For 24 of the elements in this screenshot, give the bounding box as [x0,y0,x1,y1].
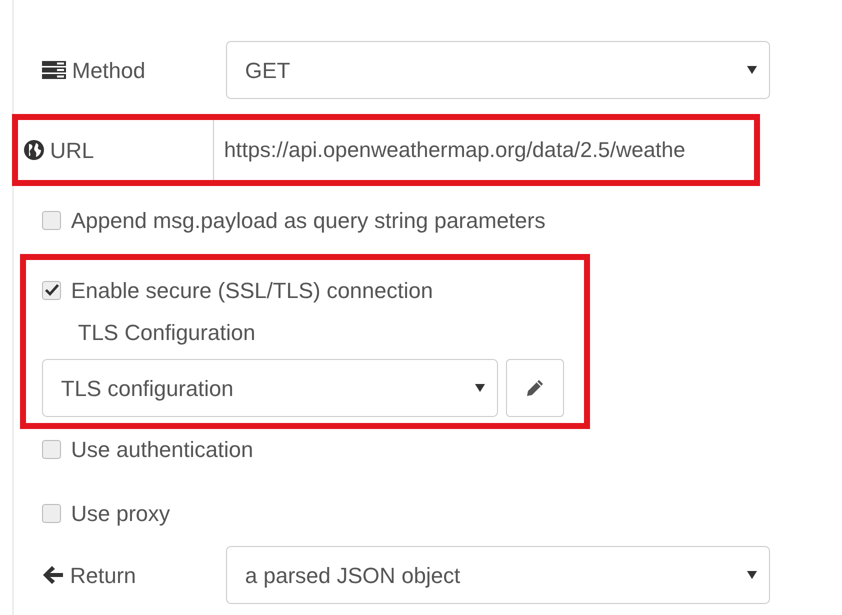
checkbox-label: Append msg.payload as query string parameters [71,206,546,235]
pencil-icon [525,378,545,398]
globe-icon [24,140,44,160]
caret-icon [475,383,485,393]
checkbox[interactable] [42,440,61,458]
checkbox-label: Use authentication [71,436,254,464]
list-icon [42,60,66,80]
checkbox[interactable] [42,280,61,300]
field-label: Return [70,562,136,590]
checkbox-label: Use proxy [71,500,170,528]
field-label: TLS Configuration [77,319,256,347]
arrow-left-icon [42,565,64,585]
field-label: Method [72,56,146,84]
dropdown-select[interactable]: a parsed JSON object [226,546,770,604]
checkbox-label: Enable secure (SSL/TLS) connection [71,276,433,304]
checkbox[interactable] [42,210,61,230]
caret-icon [747,65,757,75]
edit-button[interactable] [506,359,564,417]
field-label: URL [50,136,94,164]
url-field[interactable]: https://api.openweathermap.org/data/2.5/weathe [212,120,754,180]
dropdown-select[interactable]: TLS configuration [42,359,498,417]
checkbox[interactable] [42,504,61,522]
caret-icon [747,570,757,580]
dropdown-select[interactable]: GET [226,41,770,99]
